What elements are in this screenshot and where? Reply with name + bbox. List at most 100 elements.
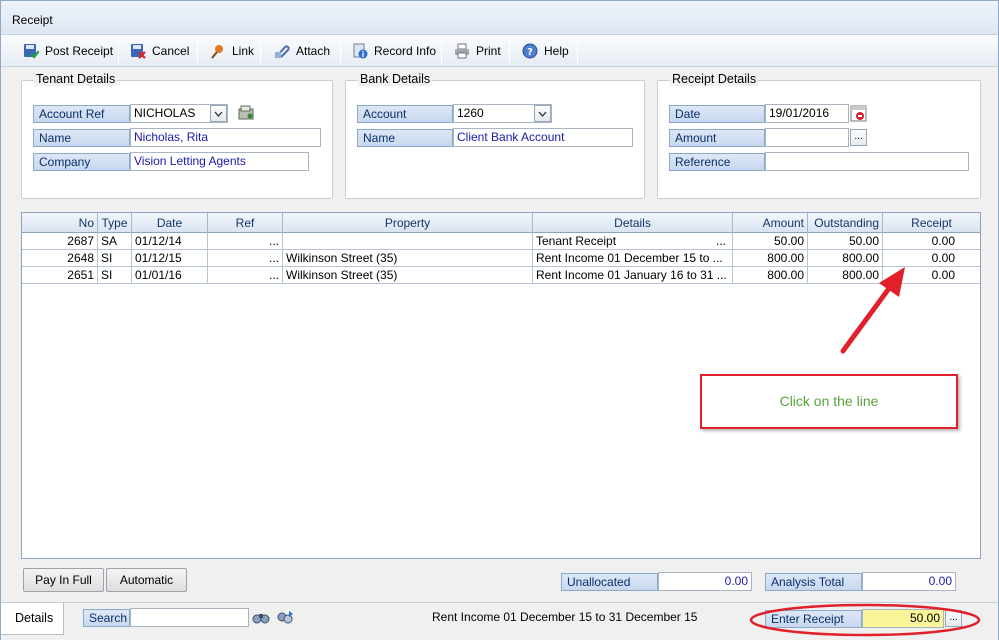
cell-details-more[interactable]: ... — [716, 233, 726, 249]
bank-name-label: Name — [357, 129, 453, 147]
header-outstanding[interactable]: Outstanding — [808, 213, 883, 233]
date-label: Date — [669, 105, 765, 123]
cell-details: Rent Income 01 December 15 to ... — [533, 250, 733, 267]
cell-no: 2687 — [22, 233, 98, 250]
print-label: Print — [476, 44, 501, 58]
cell-ref[interactable]: ... — [208, 233, 283, 250]
save-check-icon — [24, 44, 39, 59]
unallocated-label: Unallocated — [561, 573, 658, 591]
tenant-name-label: Name — [33, 129, 130, 147]
attach-label: Attach — [296, 44, 331, 58]
amount-ellipsis-button[interactable]: ... — [850, 129, 867, 146]
table-row[interactable]: 2687 SA 01/12/14 ... Tenant Receipt ... … — [22, 233, 980, 250]
reference-field[interactable] — [765, 152, 969, 171]
tenant-details-title: Tenant Details — [34, 72, 118, 86]
calendar-icon[interactable] — [850, 104, 867, 122]
print-button[interactable]: Print — [449, 39, 506, 63]
status-bar: Details Search Rent Income 01 December 1… — [1, 602, 998, 640]
cell-type: SA — [98, 233, 132, 250]
printer-icon — [455, 43, 469, 59]
pay-in-full-button[interactable]: Pay In Full — [23, 568, 104, 592]
annotation-arrow-icon — [840, 267, 905, 354]
status-info-text: Rent Income 01 December 15 to 31 Decembe… — [432, 610, 698, 624]
date-field[interactable]: 19/01/2016 — [765, 104, 849, 123]
post-receipt-label: Post Receipt — [45, 44, 114, 58]
grid-header: No Type Date Ref Property Details Amount… — [22, 213, 980, 233]
paperclip-icon — [275, 45, 290, 58]
cell-type: SI — [98, 267, 132, 284]
amount-label: Amount — [669, 129, 765, 147]
bank-account-dropdown[interactable] — [534, 105, 551, 122]
chevron-down-icon — [214, 111, 223, 117]
reference-label: Reference — [669, 153, 765, 171]
window-title: Receipt — [12, 13, 53, 27]
cell-details: Rent Income 01 January 16 to 31 ... — [533, 267, 733, 284]
record-info-button[interactable]: Record Info — [347, 39, 441, 63]
cell-no: 2648 — [22, 250, 98, 267]
search-label: Search — [83, 609, 130, 627]
header-date[interactable]: Date — [132, 213, 208, 233]
cancel-label: Cancel — [152, 44, 190, 58]
attach-button[interactable]: Attach — [269, 39, 335, 63]
cell-amount: 800.00 — [733, 267, 808, 284]
title-bar: Receipt — [1, 1, 998, 35]
cell-property: Wilkinson Street (35) — [283, 267, 533, 284]
analysis-total-value: 0.00 — [862, 572, 956, 591]
bank-account-label: Account — [357, 105, 453, 123]
header-ref[interactable]: Ref — [208, 213, 283, 233]
bank-details-title: Bank Details — [358, 72, 433, 86]
search-next-icon[interactable] — [275, 608, 295, 626]
cell-type: SI — [98, 250, 132, 267]
cell-property: Wilkinson Street (35) — [283, 250, 533, 267]
cell-ref[interactable]: ... — [208, 250, 283, 267]
header-property[interactable]: Property — [283, 213, 533, 233]
cell-ref[interactable]: ... — [208, 267, 283, 284]
cancel-button[interactable]: Cancel — [125, 39, 194, 63]
chevron-down-icon — [538, 111, 547, 117]
bank-name-field[interactable]: Client Bank Account — [453, 128, 633, 147]
binoculars-icon[interactable] — [251, 608, 271, 626]
cell-date: 01/01/16 — [132, 267, 208, 284]
cell-date: 01/12/14 — [132, 233, 208, 250]
header-receipt[interactable]: Receipt — [883, 213, 980, 233]
unallocated-value: 0.00 — [658, 572, 752, 591]
link-button[interactable]: Link — [205, 39, 259, 63]
help-label: Help — [544, 44, 569, 58]
company-label: Company — [33, 153, 130, 171]
header-no[interactable]: No — [22, 213, 98, 233]
automatic-button[interactable]: Automatic — [106, 568, 187, 592]
account-lookup-icon[interactable] — [237, 104, 255, 122]
cell-details: Tenant Receipt ... — [533, 233, 733, 250]
post-receipt-button[interactable]: Post Receipt — [18, 39, 118, 63]
link-label: Link — [232, 44, 255, 58]
cancel-doc-icon — [131, 44, 146, 59]
highlight-ellipse-icon — [749, 603, 981, 637]
tenant-name-field[interactable]: Nicholas, Rita — [130, 128, 321, 147]
amount-field[interactable] — [765, 128, 849, 147]
header-details[interactable]: Details — [533, 213, 733, 233]
account-ref-label: Account Ref — [33, 105, 130, 123]
header-type[interactable]: Type — [98, 213, 132, 233]
company-field[interactable]: Vision Letting Agents — [130, 152, 309, 171]
svg-text:?: ? — [527, 47, 533, 58]
tab-details[interactable]: Details — [1, 603, 64, 635]
record-info-label: Record Info — [374, 44, 437, 58]
cell-property — [283, 233, 533, 250]
toolbar: Post Receipt Cancel Link Attach Record I… — [1, 35, 998, 67]
pin-icon — [211, 45, 223, 59]
help-icon: ? — [522, 43, 538, 59]
info-icon — [353, 43, 368, 59]
cell-receipt[interactable]: 0.00 — [883, 233, 980, 250]
cell-amount: 50.00 — [733, 233, 808, 250]
cell-amount: 800.00 — [733, 250, 808, 267]
analysis-total-label: Analysis Total — [765, 573, 862, 591]
cell-no: 2651 — [22, 267, 98, 284]
search-input[interactable] — [130, 608, 249, 627]
cell-details-text: Tenant Receipt — [536, 234, 617, 248]
header-amount[interactable]: Amount — [733, 213, 808, 233]
cell-outstanding: 50.00 — [808, 233, 883, 250]
receipt-details-title: Receipt Details — [670, 72, 759, 86]
help-button[interactable]: ? Help — [517, 39, 574, 63]
annotation-callout: Click on the line — [700, 374, 958, 429]
account-ref-dropdown[interactable] — [210, 105, 227, 122]
